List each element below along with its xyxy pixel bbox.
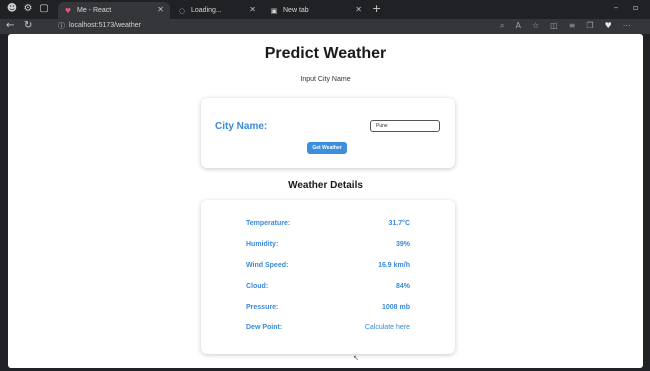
react-favicon-icon: ♥ xyxy=(64,6,72,15)
new-tab-button[interactable]: + xyxy=(372,2,381,15)
detail-row-cloud: Cloud: 84% xyxy=(201,283,455,293)
tab-new-tab[interactable]: ▣ New tab ✕ xyxy=(264,2,368,19)
detail-value: 16.9 km/h xyxy=(378,262,410,269)
calculate-dew-point-link[interactable]: Calculate here xyxy=(365,324,410,331)
mouse-cursor-icon: ↖ xyxy=(353,354,359,362)
profile-icon[interactable]: ☻ xyxy=(6,3,18,15)
favorite-star-icon[interactable]: ☆ xyxy=(532,20,539,32)
detail-label: Wind Speed: xyxy=(246,262,289,269)
detail-row-dew-point: Dew Point: Calculate here xyxy=(201,324,455,334)
detail-label: Dew Point: xyxy=(246,324,283,331)
detail-value: 84% xyxy=(395,283,410,290)
city-input[interactable]: Pune xyxy=(370,120,440,132)
detail-value: 31.7°C xyxy=(388,220,410,227)
detail-row-temperature: Temperature: 31.7°C xyxy=(201,220,455,230)
detail-value: 39% xyxy=(395,241,410,248)
detail-row-pressure: Pressure: 1008 mb xyxy=(201,304,455,314)
read-aloud-icon[interactable]: A xyxy=(515,20,520,32)
tab-react[interactable]: ♥ Me - React ✕ xyxy=(58,2,170,19)
weather-details-title: Weather Details xyxy=(288,180,363,191)
detail-label: Humidity: xyxy=(246,241,279,248)
address-bar[interactable]: ⓘ localhost:5173/weather xyxy=(58,20,498,32)
browser-toolbar: ← ↻ ⓘ localhost:5173/weather ⌕ A ☆ ◫ ≡ ❐… xyxy=(0,19,650,34)
back-icon[interactable]: ← xyxy=(6,20,14,32)
city-name-label: City Name: xyxy=(215,121,268,132)
weather-details-card: Temperature: 31.7°C Humidity: 39% Wind S… xyxy=(201,200,455,362)
page-title: Predict Weather xyxy=(264,45,387,62)
tab-loading[interactable]: ◌ Loading... ✕ xyxy=(172,2,262,19)
tab-title: New tab xyxy=(283,7,309,14)
detail-value: 1008 mb xyxy=(381,304,410,311)
url-text: localhost:5173/weather xyxy=(69,22,141,29)
toolbar-icons: ⌕ A ☆ ◫ ≡ ❐ ♥ ⋯ xyxy=(500,20,631,32)
page-subtitle: Input City Name xyxy=(300,76,351,83)
extension-heart-icon[interactable]: ♥ xyxy=(605,20,612,32)
site-info-icon[interactable]: ⓘ xyxy=(58,20,65,32)
page-viewport: Predict Weather Input City Name City Nam… xyxy=(8,34,643,368)
reload-icon[interactable]: ↻ xyxy=(24,20,32,32)
tab-actions-icon[interactable]: ▢ xyxy=(38,3,50,15)
detail-row-humidity: Humidity: 39% xyxy=(201,241,455,251)
workspaces-icon[interactable]: ⚙ xyxy=(22,3,34,15)
tab-title: Me - React xyxy=(77,7,112,14)
more-menu-icon[interactable]: ⋯ xyxy=(623,20,631,32)
tab-close-icon[interactable]: ✕ xyxy=(249,5,256,14)
city-search-card: City Name: Pune Get Weather xyxy=(201,98,455,168)
browser-tab-strip: ☻ ⚙ ▢ ♥ Me - React ✕ ◌ Loading... ✕ ▣ Ne… xyxy=(0,0,650,19)
detail-label: Cloud: xyxy=(246,283,269,290)
tab-close-icon[interactable]: ✕ xyxy=(157,5,164,14)
close-window-icon[interactable]: ▫ xyxy=(633,3,638,12)
favorites-icon[interactable]: ≡ xyxy=(569,20,576,32)
loading-spinner-icon: ◌ xyxy=(178,6,186,15)
tab-close-icon[interactable]: ✕ xyxy=(355,5,362,14)
split-screen-icon[interactable]: ◫ xyxy=(550,20,558,32)
new-tab-favicon-icon: ▣ xyxy=(270,6,278,15)
detail-label: Temperature: xyxy=(246,220,291,227)
tab-title: Loading... xyxy=(191,7,222,14)
zoom-icon[interactable]: ⌕ xyxy=(500,20,504,32)
detail-label: Pressure: xyxy=(246,304,279,311)
minimize-icon[interactable]: – xyxy=(614,3,618,12)
collections-icon[interactable]: ❐ xyxy=(586,20,593,32)
get-weather-button[interactable]: Get Weather xyxy=(307,142,347,154)
detail-row-wind-speed: Wind Speed: 16.9 km/h xyxy=(201,262,455,272)
